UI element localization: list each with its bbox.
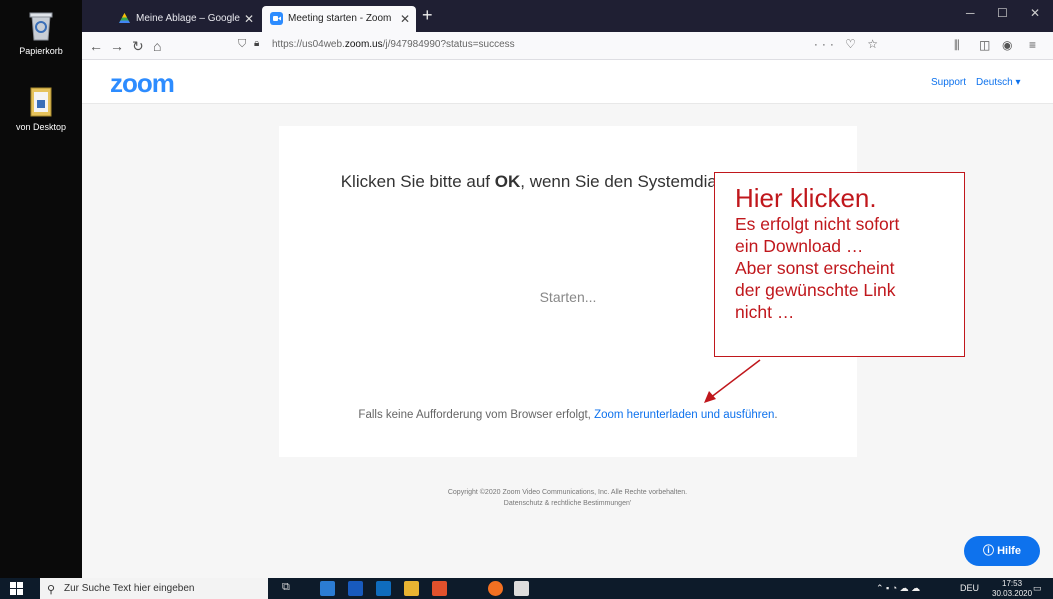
help-button[interactable]: ⓘ Hilfe (964, 536, 1040, 566)
zoom-header: zoom Support Deutsch ▾ (82, 60, 1053, 104)
annotation-callout: Hier klicken. Es erfolgt nicht sofort ei… (714, 172, 965, 357)
office-app-icon[interactable] (432, 581, 447, 596)
back-icon[interactable]: ← (89, 36, 103, 56)
tab-close-icon[interactable]: ✕ (400, 6, 410, 32)
annotation-line: nicht … (735, 302, 795, 322)
page-actions-icon[interactable]: ··· ♡ ☆ (814, 37, 882, 51)
outlook-app-icon[interactable] (376, 581, 391, 596)
desktop-folder[interactable]: von Desktop (0, 86, 82, 132)
help-label: Hilfe (997, 545, 1021, 557)
sidebar-icon[interactable]: ◫ (979, 38, 990, 52)
clock[interactable]: 17:53 30.03.2020 (992, 579, 1032, 599)
windows-start-icon[interactable] (10, 582, 23, 595)
word-app-icon[interactable] (348, 581, 363, 596)
new-tab-button[interactable]: + (422, 4, 433, 26)
mail-app-icon[interactable] (320, 581, 335, 596)
shield-icon[interactable]: ⛉ (238, 38, 246, 51)
file-explorer-icon[interactable] (404, 581, 419, 596)
recycle-bin-icon (29, 12, 53, 41)
tab-close-icon[interactable]: ✕ (244, 6, 254, 32)
forward-icon[interactable]: → (110, 36, 124, 56)
taskbar: ⚲ Zur Suche Text hier eingeben ⧉ ⌃ ▪ ◔ ☁… (0, 578, 1053, 599)
home-icon[interactable]: ⌂ (153, 36, 161, 56)
tab-google-drive[interactable]: Meine Ablage – Google Drive ✕ (110, 6, 260, 50)
support-link[interactable]: Support (931, 77, 966, 88)
zoom-favicon-icon (270, 12, 283, 25)
camera-app-icon[interactable] (514, 581, 529, 596)
maximize-icon[interactable]: ☐ (997, 6, 1008, 20)
language-dropdown[interactable]: Deutsch ▾ (976, 77, 1020, 88)
help-icon: ⓘ (983, 545, 998, 557)
annotation-line: ein Download … (735, 236, 864, 256)
annotation-line: Aber sonst erscheint (735, 258, 895, 278)
zoom-logo[interactable]: zoom (110, 68, 175, 99)
clock-date: 30.03.2020 (992, 589, 1033, 598)
copyright-text: Copyright ©2020 Zoom Video Communication… (447, 489, 688, 496)
reload-icon[interactable]: ↻ (132, 36, 144, 56)
recycle-bin-label: Papierkorb (19, 46, 63, 56)
clock-time: 17:53 (1002, 579, 1023, 588)
lock-icon[interactable]: 🔒︎ (254, 38, 259, 49)
menu-icon[interactable]: ≡ (1029, 38, 1036, 52)
recycle-bin[interactable]: Papierkorb (0, 8, 82, 56)
google-drive-icon (119, 13, 130, 23)
language-indicator[interactable]: DEU (960, 583, 979, 593)
library-icon[interactable]: ⫼ (954, 38, 960, 53)
tab-zoom[interactable]: Meeting starten - Zoom ✕ (262, 6, 416, 32)
url-bar[interactable]: ⛉ 🔒︎ https://us04web.zoom.us/j/947984990… (232, 35, 882, 57)
navigation-bar: ← → ↻ ⌂ ⛉ 🔒︎ https://us04web.zoom.us/j/9… (82, 32, 1053, 60)
minimize-icon[interactable]: ─ (966, 6, 975, 20)
download-hint: Falls keine Aufforderung vom Browser erf… (358, 409, 778, 421)
annotation-title: Hier klicken. (735, 183, 877, 213)
download-link[interactable]: Zoom herunterladen und ausführen (594, 409, 774, 421)
tab-bar: Meine Ablage – Google Drive ✕ Meeting st… (82, 0, 1053, 50)
account-icon[interactable]: ◉ (1002, 38, 1012, 52)
tab-label: Meeting starten - Zoom (288, 13, 392, 24)
url-text: https://us04web.zoom.us/j/947984990?stat… (272, 39, 515, 50)
system-tray-icons[interactable]: ⌃ ▪ ◔ ☁ ☁ (876, 583, 920, 594)
desktop-folder-label: von Desktop (15, 122, 67, 132)
search-icon: ⚲ (47, 584, 56, 596)
annotation-line: Es erfolgt nicht sofort (735, 214, 900, 234)
privacy-link[interactable]: Datenschutz & rechtliche Bestimmungen' (82, 500, 1053, 507)
folder-icon (30, 87, 52, 117)
search-placeholder: Zur Suche Text hier eingeben (64, 583, 195, 594)
desktop: Papierkorb von Desktop (0, 0, 82, 578)
task-view-icon[interactable]: ⧉ (282, 581, 297, 596)
firefox-icon[interactable] (488, 581, 503, 596)
notification-icon[interactable]: ▭ (1033, 583, 1042, 594)
annotation-line: der gewünschte Link (735, 280, 896, 300)
taskbar-search[interactable]: ⚲ Zur Suche Text hier eingeben (40, 578, 268, 599)
close-window-icon[interactable]: ✕ (1030, 6, 1040, 20)
